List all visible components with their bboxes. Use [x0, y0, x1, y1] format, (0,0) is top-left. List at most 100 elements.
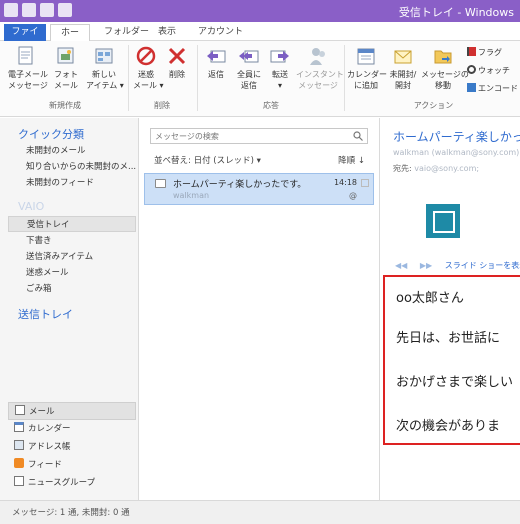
instant-message-label: インスタント メッセージ: [296, 70, 344, 90]
attachment-icon: @: [349, 191, 357, 200]
next-photo-icon[interactable]: ▶▶: [420, 261, 432, 270]
reading-from[interactable]: walkman (walkman@sony.com): [393, 148, 519, 157]
outbox-header[interactable]: 送信トレイ: [18, 306, 73, 322]
send-receive-qat-icon[interactable]: [40, 3, 54, 17]
ribbon: 電子メール メッセージ フォト メール 新しい アイテム ▾ 新規作成 迷惑 メ…: [0, 41, 520, 117]
message-row[interactable]: ホームパーティ楽しかったです。 walkman 14:18 @: [144, 173, 374, 205]
search-box[interactable]: [150, 128, 368, 144]
instant-message-button[interactable]: インスタント メッセージ: [296, 45, 344, 91]
new-email-icon: [18, 46, 33, 65]
address-book-icon: [14, 440, 24, 450]
tab-folder[interactable]: フォルダー: [98, 24, 155, 41]
status-text: メッセージ: 1 通, 未開封: 0 通: [12, 508, 130, 518]
reading-to-value[interactable]: vaio@sony.com;: [414, 164, 479, 173]
reply-all-button[interactable]: 全員に 返信: [234, 45, 264, 91]
module-contacts[interactable]: アドレス帳: [8, 438, 136, 456]
delete-button[interactable]: 削除: [164, 45, 190, 80]
watch-button[interactable]: ウォッチ: [467, 65, 510, 76]
module-mail-label: メール: [29, 407, 55, 417]
new-mail-qat-icon[interactable]: [22, 3, 36, 17]
status-bar: メッセージ: 1 通, 未開封: 0 通: [0, 500, 520, 524]
photo-mail-label: フォト メール: [54, 70, 78, 90]
body-line: oo太郎さん: [396, 291, 464, 306]
slideshow-link[interactable]: スライド ショーを表示: [445, 261, 520, 270]
group-label-delete: 削除: [154, 101, 170, 110]
sort-by-dropdown[interactable]: 並べ替え: 日付 (スレッド) ▾: [154, 154, 261, 166]
body-line: おかげさまで楽しい: [396, 375, 514, 390]
body-line: 先日は、お世話に: [396, 331, 501, 346]
folder-inbox[interactable]: 受信トレイ: [8, 216, 136, 232]
account-header[interactable]: VAIO: [18, 200, 44, 213]
reading-pane: ホームパーティ楽しかっ walkman (walkman@sony.com) 宛…: [381, 118, 520, 500]
unread-read-label: 未開封/ 開封: [389, 70, 417, 90]
delete-label: 削除: [169, 70, 185, 79]
quick-views-header[interactable]: クイック分類: [18, 126, 84, 142]
quick-access-toolbar: [4, 3, 72, 17]
reply-label: 返信: [208, 70, 224, 79]
folder-trash[interactable]: ごみ箱: [26, 282, 52, 294]
folder-sent-items[interactable]: 送信済みアイテム: [26, 250, 93, 262]
module-calendar-label: カレンダー: [28, 424, 71, 434]
flag-icon: [467, 47, 476, 56]
junk-mail-button[interactable]: 迷惑 メール ▾: [133, 45, 164, 91]
qat-dropdown-icon[interactable]: [58, 3, 72, 17]
encode-button[interactable]: エンコード: [467, 83, 518, 94]
tab-file[interactable]: ファイル: [4, 24, 46, 53]
calendar-icon: [14, 422, 24, 432]
folder-move-icon: [434, 50, 452, 64]
tab-account[interactable]: アカウント: [192, 24, 249, 41]
reply-icon: [207, 50, 226, 63]
junk-mail-label: 迷惑 メール ▾: [133, 70, 164, 90]
delete-icon: [168, 47, 186, 65]
new-item-label: 新しい アイテム ▾: [86, 70, 124, 90]
message-sender: walkman: [173, 191, 210, 200]
unread-read-button[interactable]: 未開封/ 開封: [387, 45, 419, 91]
tab-home[interactable]: ホーム: [50, 24, 90, 54]
module-mail[interactable]: メール: [8, 402, 136, 420]
sort-order-toggle[interactable]: 降順 ↓: [338, 154, 365, 166]
encode-icon: [467, 83, 476, 92]
module-newsgroups-label: ニュースグループ: [28, 478, 96, 488]
search-icon[interactable]: [353, 131, 363, 141]
search-input[interactable]: [151, 129, 341, 143]
new-email-button[interactable]: 電子メール メッセージ: [8, 45, 48, 91]
flag-toggle-icon[interactable]: [361, 179, 369, 187]
forward-icon: [270, 50, 289, 63]
tab-view[interactable]: 表示: [152, 24, 182, 41]
unread-read-icon: [394, 50, 412, 64]
slideshow-bar: ◀◀ ▶▶ スライド ショーを表示: [395, 260, 520, 271]
quick-view-unread-contacts[interactable]: 知り合いからの未開封のメ...: [26, 160, 136, 172]
module-calendar[interactable]: カレンダー: [8, 420, 136, 438]
forward-button[interactable]: 転送 ▾: [266, 45, 294, 91]
add-to-calendar-button[interactable]: カレンダー に追加: [347, 45, 387, 91]
envelope-icon: [155, 179, 166, 188]
newsgroup-icon: [14, 476, 24, 486]
module-newsgroups[interactable]: ニュースグループ: [8, 474, 136, 492]
new-item-button[interactable]: 新しい アイテム ▾: [86, 45, 124, 91]
title-bar: 受信トレイ - Windows: [0, 0, 520, 22]
reading-to: 宛先: vaio@sony.com;: [393, 163, 479, 174]
quick-view-unread-feeds[interactable]: 未開封のフィード: [26, 176, 94, 188]
instant-message-icon: [310, 48, 325, 65]
module-feeds[interactable]: フィード: [8, 456, 136, 474]
flag-button[interactable]: フラグ: [467, 47, 502, 58]
module-contacts-label: アドレス帳: [28, 442, 71, 452]
message-body-highlight: oo太郎さん 先日は、お世話に おかげさまで楽しい 次の機会がありま: [383, 275, 520, 445]
move-message-button[interactable]: メッセージの 移動: [421, 45, 469, 91]
quick-view-unread-mail[interactable]: 未開封のメール: [26, 144, 86, 156]
watch-label: ウォッチ: [478, 66, 510, 75]
move-message-label: メッセージの 移動: [421, 70, 469, 90]
folder-junk[interactable]: 迷惑メール: [26, 266, 69, 278]
ribbon-tab-bar: ファイル ホーム フォルダー 表示 アカウント: [0, 22, 520, 54]
forward-label: 転送 ▾: [272, 70, 288, 90]
attached-photo-icon[interactable]: [426, 204, 460, 238]
reply-all-icon: [239, 50, 259, 63]
reply-button[interactable]: 返信: [202, 45, 230, 80]
photo-mail-button[interactable]: フォト メール: [52, 45, 80, 91]
group-label-respond: 応答: [263, 101, 279, 110]
folder-drafts[interactable]: 下書き: [26, 234, 52, 246]
ribbon-separator: [197, 45, 198, 111]
add-to-calendar-label: カレンダー に追加: [347, 70, 387, 90]
previous-photo-icon[interactable]: ◀◀: [395, 261, 407, 270]
ribbon-separator: [128, 45, 129, 111]
